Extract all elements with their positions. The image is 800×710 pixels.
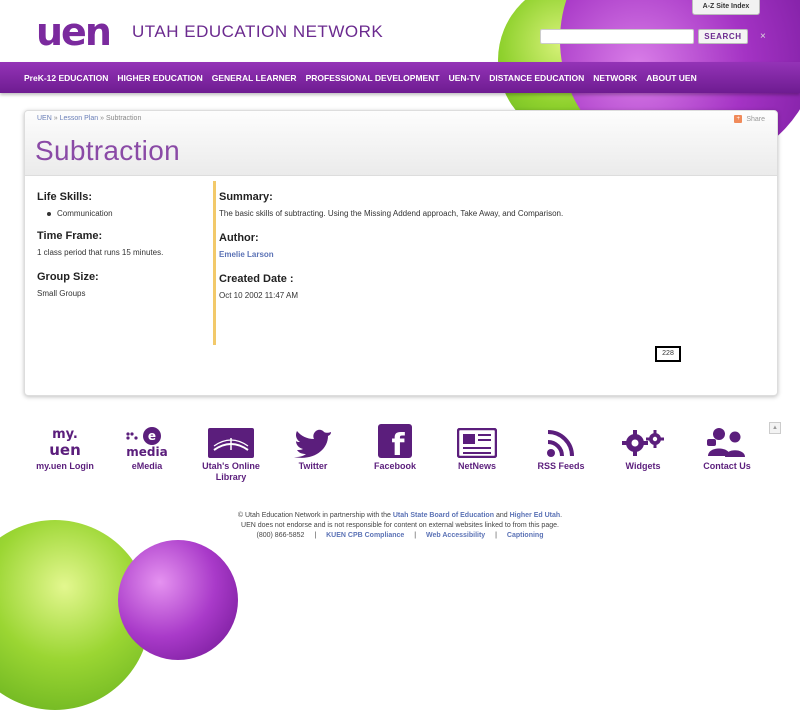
group-size-heading: Group Size: — [37, 271, 99, 283]
footer-link-facebook[interactable]: f Facebook — [350, 424, 440, 472]
search-input[interactable] — [540, 29, 694, 44]
group-size-text: Small Groups — [37, 289, 86, 298]
higher-ed-utah-link[interactable]: Higher Ed Utah — [510, 512, 561, 519]
emedia-icon: e media — [102, 424, 192, 458]
divider: | — [495, 532, 497, 539]
breadcrumb-current: Subtraction — [105, 115, 142, 122]
footer-link-netnews[interactable]: NetNews — [432, 424, 522, 472]
share-icon: + — [734, 115, 743, 123]
nav-item-higher-education[interactable]: HIGHER EDUCATION — [117, 73, 202, 83]
share-label: Share — [746, 115, 765, 123]
main-nav: PreK-12 EDUCATION HIGHER EDUCATION GENER… — [0, 62, 800, 93]
nav-item-prek12[interactable]: PreK-12 EDUCATION — [24, 73, 108, 83]
share-button[interactable]: + Share — [734, 115, 765, 123]
breadcrumb: UEN » Lesson Plan » Subtraction — [37, 115, 141, 122]
footer-link-widgets[interactable]: Widgets — [598, 424, 688, 472]
page-title: Subtraction — [35, 135, 180, 166]
svg-text:my.: my. — [52, 427, 78, 442]
my-uen-icon: my. uen — [20, 424, 110, 458]
footer-label: Facebook — [373, 461, 416, 471]
footer-link-online-library[interactable]: Utah's Online Library — [186, 424, 276, 483]
footer-label: NetNews — [457, 461, 496, 471]
facebook-icon: f — [350, 424, 440, 458]
footer-label: Twitter — [298, 461, 328, 471]
legal-line-3: (800) 866-5852 | KUEN CPB Compliance | W… — [0, 531, 800, 541]
divider: | — [314, 532, 317, 539]
lesson-card: UEN » Lesson Plan » Subtraction + Share … — [24, 110, 778, 396]
footer-links: my. uen my.uen Login e media eMedia Utah… — [20, 424, 780, 486]
legal-footer: © Utah Education Network in partnership … — [0, 511, 800, 541]
twitter-icon — [268, 424, 358, 458]
summary-heading: Summary: — [219, 191, 273, 203]
nav-item-professional-development[interactable]: PROFESSIONAL DEVELOPMENT — [306, 73, 440, 83]
footer-label: eMedia — [131, 461, 163, 471]
svg-text:f: f — [391, 428, 405, 458]
period-text: . — [560, 512, 563, 519]
legal-line-2: UEN does not endorse and is not responsi… — [241, 522, 559, 529]
footer-label: Utah's Online Library — [202, 461, 260, 482]
svg-text:uen: uen — [49, 441, 81, 458]
decorative-purple-orb-bottom — [118, 540, 238, 660]
uen-logo-text: uen — [36, 12, 110, 52]
divider: | — [414, 532, 417, 539]
and-text: and — [495, 512, 508, 519]
nav-item-general-learner[interactable]: GENERAL LEARNER — [212, 73, 297, 83]
rss-icon — [516, 424, 606, 458]
footer-label: RSS Feeds — [537, 461, 585, 471]
site-brand-name[interactable]: UTAH EDUCATION NETWORK — [132, 22, 383, 42]
footer-link-my-uen[interactable]: my. uen my.uen Login — [20, 424, 110, 472]
uen-logo[interactable]: uen — [36, 12, 120, 52]
lesson-sidebar: Life Skills: Communication Time Frame: 1… — [37, 191, 207, 312]
time-frame-text: 1 class period that runs 15 minutes. — [37, 248, 164, 257]
footer-link-emedia[interactable]: e media eMedia — [102, 424, 192, 472]
captioning-link[interactable]: Captioning — [507, 532, 544, 539]
created-date-heading: Created Date : — [219, 273, 294, 285]
footer-label: Widgets — [625, 461, 661, 471]
footer-link-contact-us[interactable]: Contact Us — [682, 424, 772, 472]
footer-label: my.uen Login — [36, 461, 94, 471]
web-accessibility-link[interactable]: Web Accessibility — [426, 532, 485, 539]
footer-link-rss[interactable]: RSS Feeds — [516, 424, 606, 472]
author-heading: Author: — [219, 232, 259, 244]
card-header: UEN » Lesson Plan » Subtraction + Share … — [25, 111, 777, 176]
author-link[interactable]: Emelie Larson — [219, 250, 759, 259]
list-item: Communication — [47, 209, 207, 218]
time-frame-heading: Time Frame: — [37, 230, 103, 242]
nav-item-network[interactable]: NETWORK — [593, 73, 637, 83]
created-date-text: Oct 10 2002 11:47 AM — [219, 291, 299, 300]
widgets-icon — [598, 424, 688, 458]
phone-number: (800) 866-5852 — [256, 532, 305, 539]
copyright-text: © Utah Education Network in partnership … — [237, 512, 391, 519]
breadcrumb-lesson-plan[interactable]: Lesson Plan — [60, 115, 99, 122]
life-skill-text: Communication — [57, 209, 113, 218]
svg-text:e: e — [148, 429, 156, 443]
bullet-icon — [47, 211, 51, 216]
page-counter-badge: 228 — [655, 346, 681, 362]
breadcrumb-home[interactable]: UEN — [37, 115, 52, 122]
contact-icon — [682, 424, 772, 458]
library-icon — [186, 424, 276, 458]
column-divider — [213, 181, 216, 345]
breadcrumb-separator: » — [53, 115, 58, 122]
nav-item-uen-tv[interactable]: UEN-TV — [449, 73, 481, 83]
kuen-cpb-compliance-link[interactable]: KUEN CPB Compliance — [326, 532, 404, 539]
life-skills-heading: Life Skills: — [37, 191, 93, 203]
summary-text: The basic skills of subtracting. Using t… — [219, 209, 564, 218]
svg-text:media: media — [126, 445, 167, 458]
nav-item-distance-education[interactable]: DISTANCE EDUCATION — [489, 73, 584, 83]
legal-line-1: © Utah Education Network in partnership … — [0, 511, 800, 521]
az-site-index-link[interactable]: A-Z Site Index — [692, 0, 760, 15]
lesson-main: Summary: The basic skills of subtracting… — [219, 191, 759, 314]
search-button[interactable]: SEARCH — [698, 29, 748, 44]
breadcrumb-separator: » — [100, 115, 104, 122]
netnews-icon — [432, 424, 522, 458]
close-icon[interactable]: × — [760, 29, 766, 44]
nav-item-about-uen[interactable]: ABOUT UEN — [646, 73, 697, 83]
board-of-education-link[interactable]: Utah State Board of Education — [393, 512, 494, 519]
footer-link-twitter[interactable]: Twitter — [268, 424, 358, 472]
footer-label: Contact Us — [703, 461, 751, 471]
